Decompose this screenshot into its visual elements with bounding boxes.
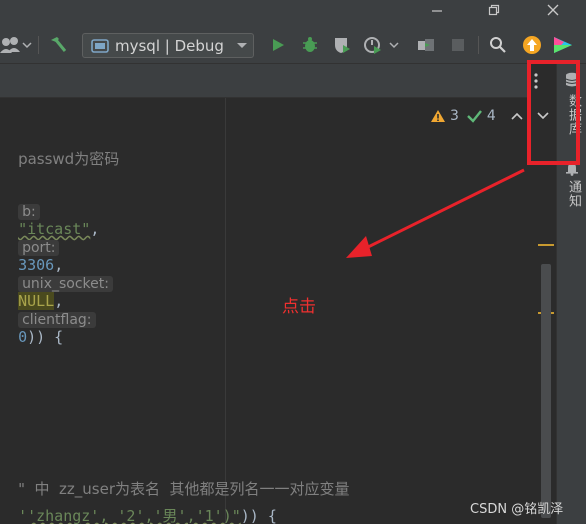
minimize-button[interactable] <box>427 3 447 21</box>
warning-icon <box>431 110 445 122</box>
update-icon <box>523 36 541 54</box>
editor-scrollbar[interactable] <box>541 264 551 518</box>
main-toolbar: mysql | Debug <box>0 26 586 64</box>
run-icon <box>273 39 284 51</box>
notifications-tool-label: 通知 <box>566 180 581 208</box>
chevron-up-icon[interactable] <box>510 111 524 121</box>
users-icon <box>0 37 32 53</box>
user-menu-button[interactable] <box>0 34 32 56</box>
code-tail: )) { <box>240 507 277 524</box>
minimize-icon <box>432 10 442 12</box>
code-line: b: "itcast", port: 3306, unix_socket: NU… <box>0 184 113 346</box>
null-keyword: NULL <box>18 292 55 310</box>
close-button[interactable] <box>543 3 563 21</box>
toolbox-icon <box>554 37 572 53</box>
search-button[interactable] <box>486 34 510 56</box>
parameter-hint: clientflag: <box>18 312 96 328</box>
title-bar <box>0 0 586 26</box>
hammer-icon <box>51 37 67 52</box>
code-line: ''zhangz', '2','男','1')")) { <box>18 507 277 524</box>
coverage-button[interactable] <box>330 34 354 56</box>
attach-icon <box>418 39 434 51</box>
code-line: passwd为密码 <box>0 130 119 169</box>
annotation-label: 点击 <box>282 297 316 317</box>
run-config-label: mysql | Debug <box>115 36 224 55</box>
editor-tab-strip <box>0 64 528 98</box>
shield-icon <box>335 38 350 53</box>
error-stripe-marker[interactable] <box>538 244 554 246</box>
restore-icon <box>488 4 500 16</box>
profiler-icon <box>364 37 399 54</box>
code-tail: )) { <box>27 328 64 346</box>
chevron-down-icon <box>236 42 247 48</box>
number-literal: 3306 <box>18 256 55 274</box>
notifications-tool-button[interactable]: 通知 <box>561 162 583 222</box>
watermark: CSDN @铭凯泽 <box>470 502 564 517</box>
annotation-highlight-box <box>527 60 580 165</box>
bug-icon <box>303 37 317 52</box>
parameter-hint: b: <box>18 204 40 220</box>
code-comment: passwd为密码 <box>18 150 120 168</box>
attach-debugger-button[interactable] <box>414 34 438 56</box>
checkmark-icon <box>467 110 482 123</box>
run-config-icon <box>91 38 109 53</box>
number-literal: 0 <box>18 328 28 346</box>
close-icon <box>547 4 559 16</box>
search-icon <box>490 37 506 53</box>
stop-button[interactable] <box>446 34 470 56</box>
jetbrains-toolbox-button[interactable] <box>550 34 576 56</box>
warning-count: 3 <box>450 108 459 124</box>
restore-button[interactable] <box>484 3 504 21</box>
parameter-hint: unix_socket: <box>18 276 113 292</box>
update-button[interactable] <box>520 34 544 56</box>
run-configuration-selector[interactable]: mysql | Debug <box>82 33 254 58</box>
string-literal: "itcast" <box>18 220 91 238</box>
stop-icon <box>452 39 464 51</box>
profile-button[interactable] <box>362 34 404 56</box>
run-button[interactable] <box>266 34 290 56</box>
string-literal: 'zhangz', '2','男','1')" <box>27 507 241 524</box>
weak-warning-count: 4 <box>486 108 496 124</box>
parameter-hint: port: <box>18 240 60 256</box>
debug-button[interactable] <box>298 34 322 56</box>
build-button[interactable] <box>46 34 70 56</box>
